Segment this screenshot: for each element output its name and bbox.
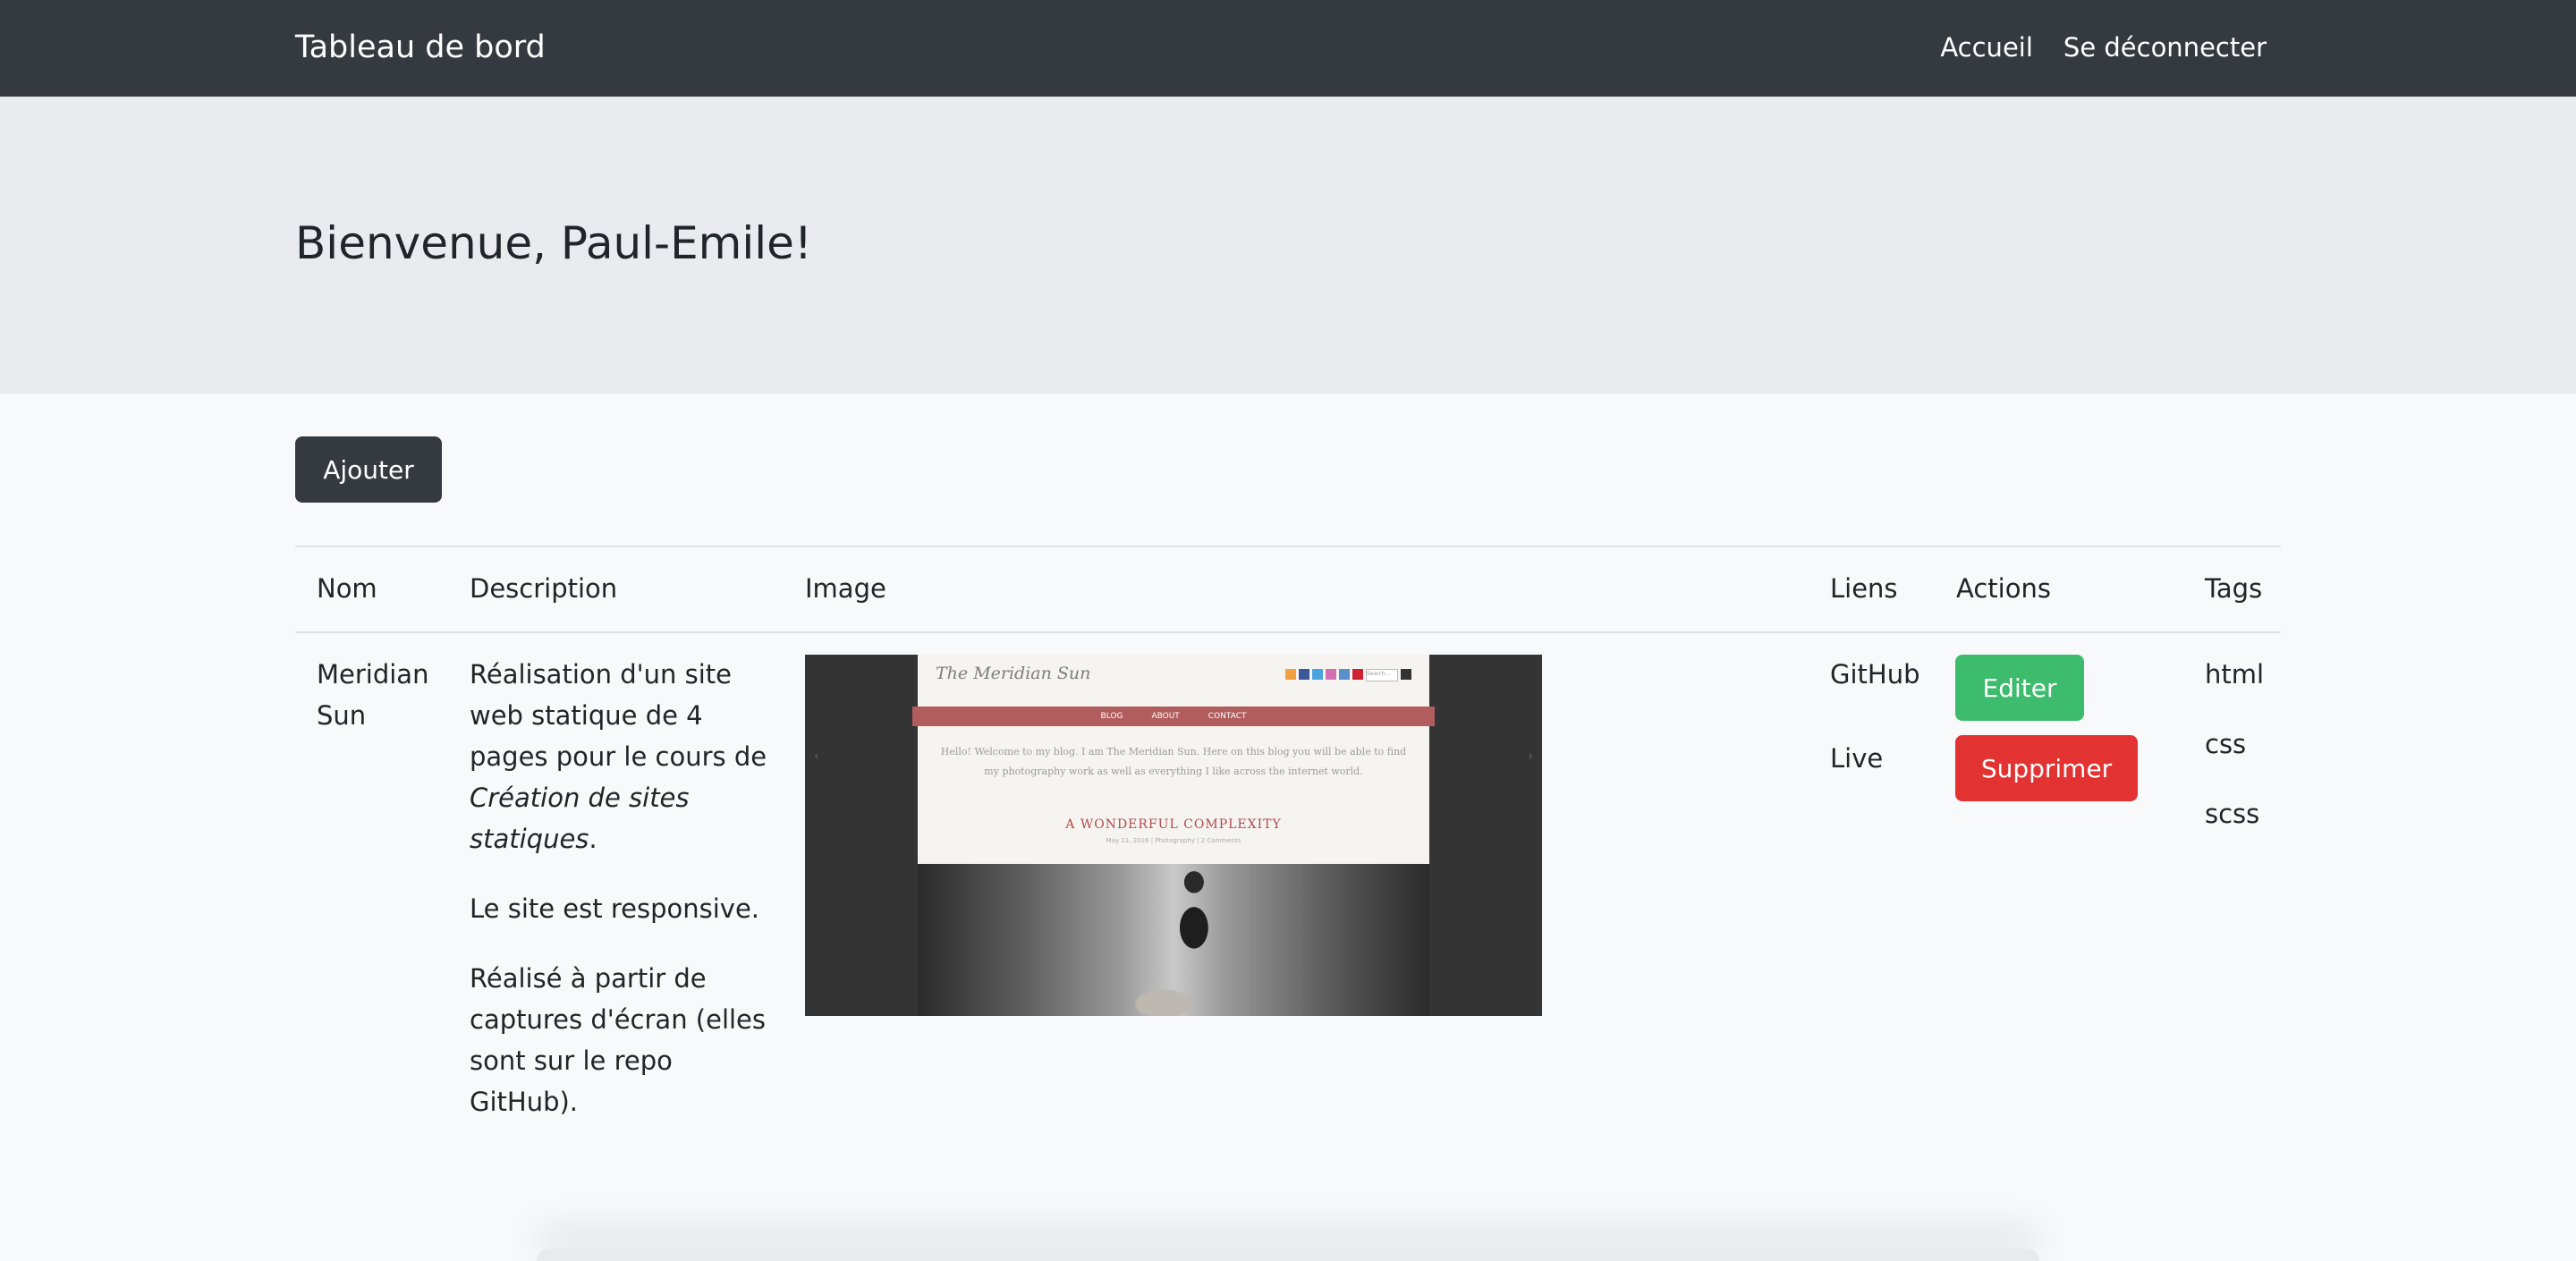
column-header-description: Description: [470, 573, 618, 604]
bottom-overlay-edge: [537, 1248, 2039, 1261]
column-header-links: Liens: [1830, 573, 1898, 604]
course-name: Création de sites statiques: [470, 783, 690, 854]
screenshot-search-box: Search...: [1366, 669, 1398, 681]
screenshot-menu-bar: BLOG ABOUT CONTACT: [912, 707, 1435, 726]
screenshot-menu-about: ABOUT: [1151, 712, 1180, 721]
description-paragraph-1: Réalisation d'un site web statique de 4 …: [470, 659, 767, 854]
linkedin-icon: [1339, 669, 1350, 680]
top-navbar: Tableau de bord Accueil Se déconnecter: [0, 0, 2576, 97]
edit-button[interactable]: Editer: [1955, 655, 2084, 721]
project-screenshot-image: ‹ › The Meridian Sun Search... BLOG ABOU…: [805, 655, 1542, 1016]
github-link[interactable]: GitHub: [1830, 654, 1920, 695]
column-header-image: Image: [805, 573, 886, 604]
screenshot-social-icons: Search...: [1285, 669, 1411, 681]
add-project-button[interactable]: Ajouter: [295, 436, 442, 503]
screenshot-menu-blog: BLOG: [1100, 712, 1123, 721]
table-top-border: [295, 546, 2281, 547]
column-header-name: Nom: [317, 573, 377, 604]
project-tags: html css scss: [2205, 654, 2264, 834]
navbar-brand[interactable]: Tableau de bord: [295, 25, 546, 70]
screenshot-menu-contact: CONTACT: [1208, 712, 1247, 721]
screenshot-photo: [918, 864, 1429, 1016]
nav-link-home[interactable]: Accueil: [1940, 25, 2033, 70]
screenshot-post-meta: May 11, 2016 | Photography | 2 Comments: [1106, 837, 1241, 844]
column-header-actions: Actions: [1956, 573, 2051, 604]
column-header-tags: Tags: [2205, 573, 2263, 604]
description-paragraph-2: Le site est responsive.: [470, 893, 759, 924]
pinterest-icon: [1352, 669, 1363, 680]
nav-link-logout[interactable]: Se déconnecter: [2063, 25, 2267, 70]
tag-scss: scss: [2205, 799, 2260, 829]
instagram-icon: [1326, 669, 1336, 680]
screenshot-site-title: The Meridian Sun: [936, 664, 1091, 683]
table-header-border: [295, 631, 2281, 633]
twitter-icon: [1312, 669, 1323, 680]
live-link[interactable]: Live: [1830, 738, 1920, 779]
screenshot-post-title: A WONDERFUL COMPLEXITY: [1065, 817, 1282, 832]
tag-html: html: [2205, 659, 2265, 690]
tag-css: css: [2205, 729, 2247, 759]
description-paragraph-3: Réalisé à partir de captures d'écran (el…: [470, 963, 767, 1117]
welcome-title: Bienvenue, Paul-Emile!: [295, 217, 812, 269]
chevron-left-icon: ‹: [814, 749, 819, 764]
screenshot-intro-text: Hello! Welcome to my blog. I am The Meri…: [940, 746, 1407, 777]
delete-button[interactable]: Supprimer: [1955, 735, 2138, 801]
navbar-links: Accueil Se déconnecter: [1940, 25, 2267, 70]
screenshot-page: The Meridian Sun Search... BLOG ABOUT CO…: [912, 655, 1435, 1016]
project-name: Meridian Sun: [317, 659, 429, 731]
rss-icon: [1285, 669, 1296, 680]
facebook-icon: [1299, 669, 1309, 680]
welcome-hero: Bienvenue, Paul-Emile!: [0, 97, 2576, 394]
chevron-right-icon: ›: [1528, 749, 1533, 764]
search-icon: [1401, 669, 1411, 680]
project-links: GitHub Live: [1830, 654, 1920, 779]
project-description: Réalisation d'un site web statique de 4 …: [470, 654, 783, 1151]
